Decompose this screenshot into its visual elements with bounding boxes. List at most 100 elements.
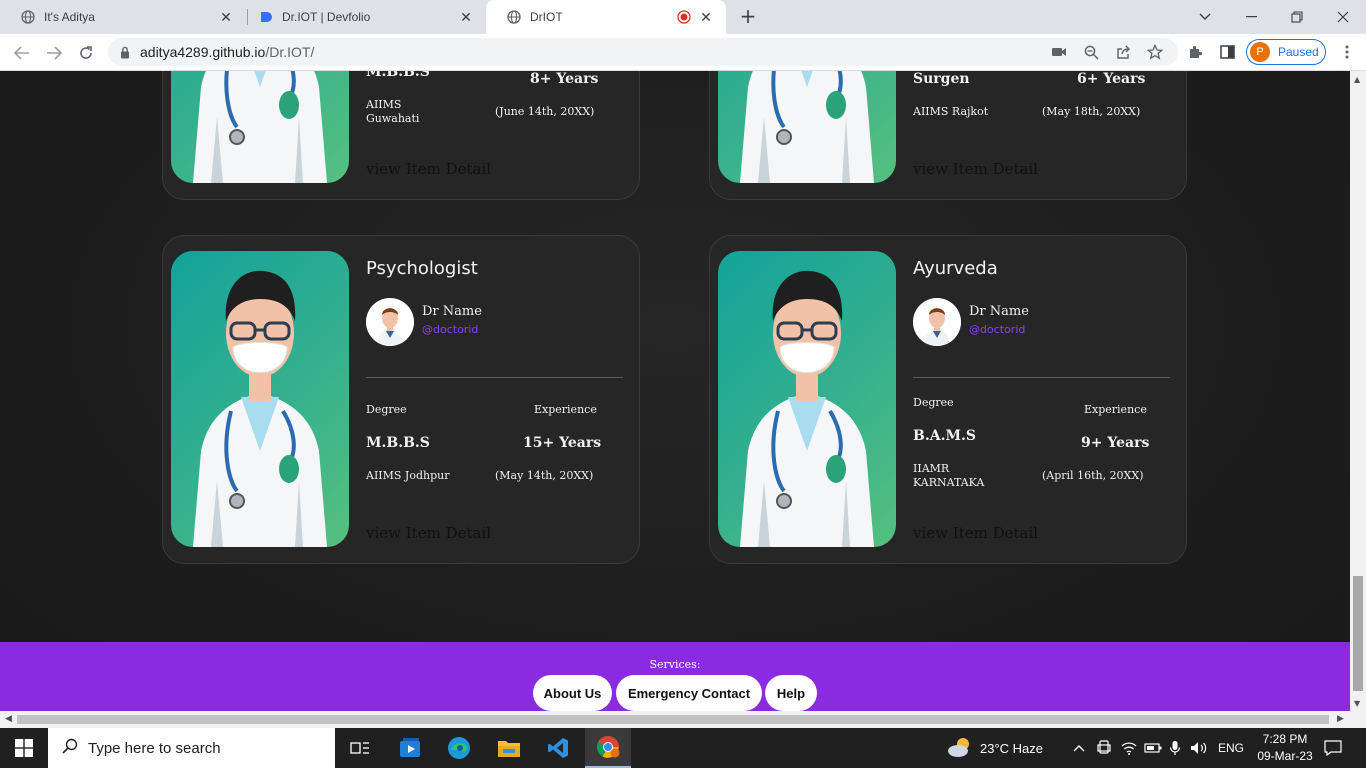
degree-value: Surgen (913, 71, 970, 87)
experience-value: 9+ Years (1081, 435, 1150, 451)
search-placeholder: Type here to search (88, 739, 221, 757)
forward-arrow-icon[interactable] (40, 39, 68, 67)
tab-its-aditya[interactable]: It's Aditya ✕ (0, 0, 246, 34)
notifications-icon[interactable] (1316, 728, 1350, 768)
vertical-scrollbar[interactable]: ▲ ▼ (1350, 71, 1366, 711)
tab-title: DrIOT (530, 10, 563, 24)
experience-value: 6+ Years (1077, 71, 1146, 87)
taskbar: Type here to search 23°C Haze ENG 7:28 P… (0, 728, 1366, 768)
restore-window-icon[interactable] (1274, 0, 1320, 34)
wifi-icon[interactable] (1121, 728, 1137, 768)
edge-browser-icon[interactable] (436, 728, 482, 768)
horizontal-scrollbar[interactable]: ◀ ▶ (0, 711, 1366, 728)
doctor-id[interactable]: @doctorid (422, 323, 478, 336)
view-item-detail-link[interactable]: view Item Detail (366, 160, 491, 178)
avatar: P (1250, 42, 1270, 62)
footer: Services: About Us Emergency Contact Hel… (0, 642, 1350, 711)
doctor-photo (171, 251, 349, 547)
view-item-detail-link[interactable]: view Item Detail (913, 160, 1038, 178)
profile-button[interactable]: P Paused (1246, 39, 1326, 65)
profile-status: Paused (1278, 45, 1319, 59)
experience-value: 15+ Years (523, 435, 602, 451)
doctor-card[interactable]: Ayurveda Dr Name @doctorid Degree Experi… (709, 235, 1187, 564)
search-icon (62, 738, 78, 758)
file-explorer-icon[interactable] (486, 728, 532, 768)
weather-text: 23°C Haze (980, 740, 1044, 756)
microphone-icon[interactable] (1169, 728, 1181, 768)
scroll-up-arrow-icon[interactable]: ▲ (1354, 75, 1360, 84)
meet-now-icon[interactable] (1097, 728, 1111, 768)
doctor-avatar (366, 298, 414, 346)
close-tab-icon[interactable]: ✕ (698, 9, 714, 25)
doctor-card[interactable]: Surgen 6+ Years AIIMS Rajkot (May 18th, … (709, 71, 1187, 200)
vscode-icon[interactable] (535, 728, 581, 768)
doctor-photo (718, 251, 896, 547)
clock-date: 09-Mar-23 (1257, 749, 1313, 763)
college-value: IIAMR KARNATAKA (913, 462, 985, 489)
windows-start-icon[interactable] (0, 728, 48, 768)
scroll-thumb[interactable] (1353, 576, 1363, 691)
degree-value: M.B.B.S (366, 71, 430, 80)
extensions-puzzle-icon[interactable] (1184, 41, 1206, 63)
close-tab-icon[interactable]: ✕ (218, 9, 234, 25)
browser-toolbar: aditya4289.github.io/Dr.IOT/ P Paused (0, 34, 1366, 71)
date-value: (June 14th, 20XX) (495, 105, 595, 118)
scroll-right-arrow-icon[interactable]: ▶ (1337, 714, 1344, 724)
services-label: Services: (649, 658, 701, 671)
specialty-title: Psychologist (366, 258, 478, 279)
doctor-illustration (193, 270, 327, 547)
close-window-icon[interactable] (1320, 0, 1366, 34)
volume-icon[interactable] (1190, 728, 1208, 768)
browser-tab-strip: It's Aditya ✕ Dr.IOT | Devfolio ✕ DrIOT … (0, 0, 1366, 34)
bookmark-star-icon[interactable] (1144, 41, 1166, 63)
tab-search-chevron-icon[interactable] (1182, 0, 1228, 34)
globe-icon (506, 9, 522, 25)
minimize-window-icon[interactable] (1228, 0, 1274, 34)
zoom-icon[interactable] (1080, 41, 1102, 63)
battery-icon[interactable] (1144, 728, 1162, 768)
doctor-photo (718, 71, 896, 183)
doctor-id[interactable]: @doctorid (969, 323, 1025, 336)
scroll-thumb[interactable] (17, 715, 1329, 724)
doctor-name: Dr Name (422, 304, 482, 319)
scroll-down-arrow-icon[interactable]: ▼ (1354, 699, 1360, 708)
menu-kebab-icon[interactable] (1336, 41, 1358, 63)
college-value: AIIMS Guwahati (366, 98, 420, 125)
weather-widget[interactable]: 23°C Haze (946, 728, 1043, 768)
tab-devfolio[interactable]: Dr.IOT | Devfolio ✕ (238, 0, 486, 34)
clock-time: 7:28 PM (1262, 732, 1308, 746)
taskbar-search-box[interactable]: Type here to search (48, 728, 335, 768)
doctor-illustration (740, 71, 874, 183)
url-host: aditya4289.github.io (140, 44, 266, 60)
task-view-icon[interactable] (337, 728, 383, 768)
about-us-button[interactable]: About Us (533, 675, 612, 711)
date-value: (May 18th, 20XX) (1042, 105, 1141, 118)
scroll-left-arrow-icon[interactable]: ◀ (5, 714, 12, 724)
experience-value: 8+ Years (530, 71, 599, 87)
side-panel-icon[interactable] (1216, 41, 1238, 63)
help-button[interactable]: Help (765, 675, 817, 711)
back-arrow-icon[interactable] (8, 39, 36, 67)
doctor-card[interactable]: M.B.B.S 8+ Years AIIMS Guwahati (June 14… (162, 71, 640, 200)
doctor-avatar (913, 298, 961, 346)
tab-driot[interactable]: DrIOT ✕ (486, 0, 726, 34)
media-player-icon[interactable] (388, 728, 434, 768)
show-hidden-icons-chevron-icon[interactable] (1073, 728, 1085, 768)
doctor-photo (171, 71, 349, 183)
new-tab-button[interactable]: + (737, 5, 759, 27)
camera-icon[interactable] (1048, 41, 1070, 63)
view-item-detail-link[interactable]: view Item Detail (366, 524, 491, 542)
date-value: (April 16th, 20XX) (1042, 469, 1144, 482)
emergency-contact-button[interactable]: Emergency Contact (616, 675, 762, 711)
view-item-detail-link[interactable]: view Item Detail (913, 524, 1038, 542)
doctor-card[interactable]: Psychologist Dr Name @doctorid Degree Ex… (162, 235, 640, 564)
share-icon[interactable] (1112, 41, 1134, 63)
degree-label: Degree (913, 396, 954, 409)
reload-icon[interactable] (72, 39, 100, 67)
taskbar-clock[interactable]: 7:28 PM 09-Mar-23 (1245, 731, 1325, 765)
close-tab-icon[interactable]: ✕ (458, 9, 474, 25)
chrome-icon[interactable] (585, 728, 631, 768)
card-divider (366, 377, 623, 378)
language-indicator[interactable]: ENG (1218, 728, 1244, 768)
address-bar[interactable]: aditya4289.github.io/Dr.IOT/ (108, 38, 1178, 66)
